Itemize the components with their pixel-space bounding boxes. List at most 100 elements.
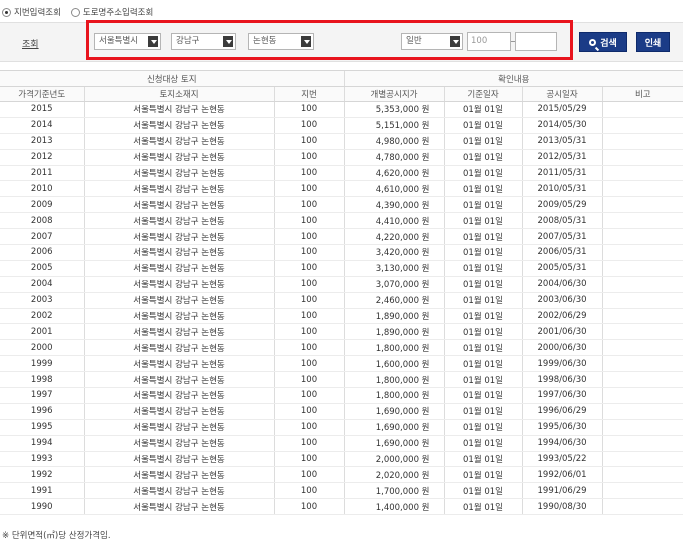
cell-year: 2010: [0, 180, 84, 198]
table-row: 1993 서울특별시 강남구 논현동 100 2,000,000 원 01월 01일 19…: [0, 451, 683, 468]
cell-lot: 100: [273, 228, 345, 246]
table-row: 2003 서울특별시 강남구 논현동 100 2,460,000 원 01월 01일 20…: [0, 292, 683, 309]
table-row: 1991 서울특별시 강남구 논현동 100 1,700,000 원 01월 01일 19…: [0, 482, 683, 500]
table-row: 2001 서울특별시 강남구 논현동 100 1,890,000 원 01월 01일 20…: [0, 323, 683, 341]
cell-price: 4,410,000 원: [343, 212, 445, 230]
cell-price: 1,690,000 원: [343, 403, 445, 420]
cell-lot: 100: [273, 451, 345, 468]
cell-lot: 100: [273, 212, 345, 230]
table-row: 2004 서울특별시 강남구 논현동 100 3,070,000 원 01월 01일 20…: [0, 276, 683, 293]
cell-base-date: 01월 01일: [443, 451, 523, 468]
cell-lot: 100: [273, 339, 345, 357]
cell-price: 4,390,000 원: [343, 196, 445, 214]
cell-location: 서울특별시 강남구 논현동: [83, 101, 274, 118]
cell-lot: 100: [273, 466, 345, 484]
cell-location: 서울특별시 강남구 논현동: [83, 117, 274, 134]
cell-location: 서울특별시 강남구 논현동: [83, 323, 274, 341]
cell-price: 4,980,000 원: [343, 133, 445, 150]
cell-note: [601, 435, 683, 452]
search-label: 조회: [22, 40, 39, 50]
cell-location: 서울특별시 강남구 논현동: [83, 292, 274, 309]
radio-label-jibun: 지번입력조회: [14, 8, 61, 18]
cell-location: 서울특별시 강남구 논현동: [83, 466, 274, 484]
cell-pub-date: 2013/05/31: [521, 133, 603, 150]
column-header-location: 토지소재지: [83, 86, 274, 102]
cell-note: [601, 498, 683, 516]
table-row: 2009 서울특별시 강남구 논현동 100 4,390,000 원 01월 01일 20…: [0, 196, 683, 214]
cell-note: [601, 260, 683, 277]
cell-year: 2008: [0, 212, 84, 230]
cell-price: 1,700,000 원: [343, 482, 445, 500]
cell-year: 2013: [0, 133, 84, 150]
cell-note: [601, 101, 683, 118]
table-row: 2002 서울특별시 강남구 논현동 100 1,890,000 원 01월 01일 20…: [0, 308, 683, 325]
cell-price: 3,070,000 원: [343, 276, 445, 293]
cell-location: 서울특별시 강남구 논현동: [83, 196, 274, 214]
cell-base-date: 01월 01일: [443, 498, 523, 516]
cell-pub-date: 2014/05/30: [521, 117, 603, 134]
cell-lot: 100: [273, 276, 345, 293]
search-button[interactable]: 검색: [579, 32, 627, 52]
cell-price: 3,420,000 원: [343, 244, 445, 261]
cell-note: [601, 323, 683, 341]
cell-note: [601, 387, 683, 404]
radio-icon-unchecked[interactable]: [70, 7, 80, 17]
cell-pub-date: 1996/06/29: [521, 403, 603, 420]
print-button[interactable]: 인쇄: [636, 32, 670, 52]
cell-lot: 100: [273, 260, 345, 277]
table-row: 1996 서울특별시 강남구 논현동 100 1,690,000 원 01월 01일 19…: [0, 403, 683, 420]
cell-pub-date: 2010/05/31: [521, 180, 603, 198]
cell-location: 서울특별시 강남구 논현동: [83, 387, 274, 404]
radio-jibun-search[interactable]: 지번입력조회: [2, 6, 61, 18]
cell-note: [601, 117, 683, 134]
cell-location: 서울특별시 강남구 논현동: [83, 419, 274, 436]
search-mode-options: 지번입력조회 도로명주소입력조회: [2, 5, 163, 19]
table-row: 1998 서울특별시 강남구 논현동 100 1,800,000 원 01월 01일 19…: [0, 371, 683, 389]
cell-note: [601, 451, 683, 468]
cell-lot: 100: [273, 133, 345, 150]
cell-year: 2006: [0, 244, 84, 261]
table-row: 1990 서울특별시 강남구 논현동 100 1,400,000 원 01월 01일 19…: [0, 498, 683, 516]
cell-year: 2005: [0, 260, 84, 277]
radio-icon-checked[interactable]: [2, 7, 11, 17]
column-header-base-date: 기준일자: [443, 86, 523, 102]
cell-year: 1994: [0, 435, 84, 452]
table-row: 2014 서울특별시 강남구 논현동 100 5,151,000 원 01월 01일 20…: [0, 117, 683, 134]
cell-location: 서울특별시 강남구 논현동: [83, 498, 274, 516]
search-icon: [589, 38, 597, 46]
cell-price: 1,600,000 원: [343, 355, 445, 373]
results-table-body: 2015 서울특별시 강남구 논현동 100 5,353,000 원 01월 01일 20…: [0, 101, 683, 516]
cell-base-date: 01월 01일: [443, 355, 523, 373]
cell-note: [601, 180, 683, 198]
cell-note: [601, 212, 683, 230]
cell-base-date: 01월 01일: [443, 212, 523, 230]
cell-price: 2,020,000 원: [343, 466, 445, 484]
cell-base-date: 01월 01일: [443, 435, 523, 452]
cell-pub-date: 2005/05/31: [521, 260, 603, 277]
table-row: 2007 서울특별시 강남구 논현동 100 4,220,000 원 01월 01일 20…: [0, 228, 683, 246]
cell-lot: 100: [273, 482, 345, 500]
cell-location: 서울특별시 강남구 논현동: [83, 133, 274, 150]
cell-year: 2009: [0, 196, 84, 214]
cell-lot: 100: [273, 419, 345, 436]
cell-price: 1,800,000 원: [343, 339, 445, 357]
cell-base-date: 01월 01일: [443, 117, 523, 134]
cell-base-date: 01월 01일: [443, 387, 523, 404]
cell-note: [601, 165, 683, 182]
table-row: 2008 서울특별시 강남구 논현동 100 4,410,000 원 01월 01일 20…: [0, 212, 683, 230]
table-row: 2005 서울특별시 강남구 논현동 100 3,130,000 원 01월 01일 20…: [0, 260, 683, 277]
cell-location: 서울특별시 강남구 논현동: [83, 308, 274, 325]
cell-pub-date: 2001/06/30: [521, 323, 603, 341]
cell-base-date: 01월 01일: [443, 165, 523, 182]
cell-base-date: 01월 01일: [443, 133, 523, 150]
cell-pub-date: 2008/05/31: [521, 212, 603, 230]
cell-year: 2011: [0, 165, 84, 182]
cell-base-date: 01월 01일: [443, 419, 523, 436]
radio-road-address-search[interactable]: 도로명주소입력조회: [70, 6, 153, 18]
cell-year: 2012: [0, 149, 84, 166]
cell-price: 4,620,000 원: [343, 165, 445, 182]
cell-year: 2001: [0, 323, 84, 341]
cell-pub-date: 2003/06/30: [521, 292, 603, 309]
cell-year: 1996: [0, 403, 84, 420]
cell-pub-date: 1991/06/29: [521, 482, 603, 500]
